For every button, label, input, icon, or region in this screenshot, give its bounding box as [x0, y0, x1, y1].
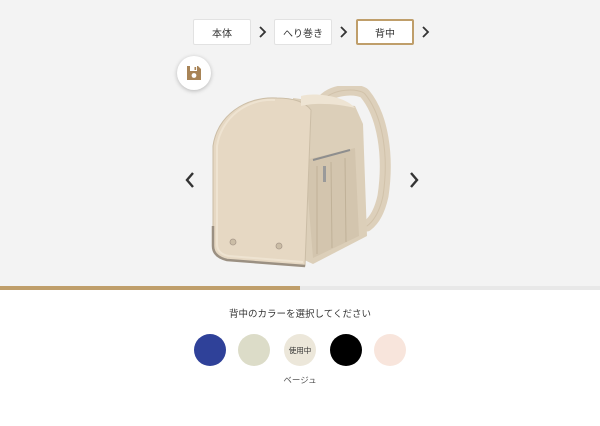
- swatch-pink[interactable]: [374, 334, 406, 366]
- tab-back[interactable]: 背中: [356, 19, 414, 45]
- chevron-right-icon: [340, 26, 348, 38]
- swatch-light-gray[interactable]: [238, 334, 270, 366]
- color-prompt: 背中のカラーを選択してください: [229, 309, 371, 320]
- progress-bar: [0, 286, 600, 290]
- floppy-disk-icon: [187, 66, 201, 80]
- product-viewer: 本体 へり巻き 背中: [0, 0, 600, 286]
- tab-body-label: 本体: [212, 28, 232, 40]
- tab-edge-binding[interactable]: へり巻き: [274, 19, 332, 45]
- swatch-navy[interactable]: [194, 334, 226, 366]
- tab-body[interactable]: 本体: [193, 19, 251, 45]
- swatch-black[interactable]: [330, 334, 362, 366]
- swatch-beige-selected[interactable]: 使用中: [284, 334, 316, 366]
- tab-back-label: 背中: [375, 28, 395, 40]
- selected-color-name: ベージュ: [283, 376, 317, 386]
- save-button[interactable]: [177, 56, 211, 90]
- tab-edge-binding-label: へり巻き: [283, 28, 323, 40]
- progress-fill: [0, 286, 300, 290]
- chevron-right-icon[interactable]: [420, 24, 432, 40]
- chevron-right-icon: [259, 26, 267, 38]
- next-arrow-icon[interactable]: [406, 170, 422, 190]
- prev-arrow-icon[interactable]: [182, 170, 198, 190]
- in-use-label: 使用中: [288, 345, 312, 355]
- backpack-image: [211, 86, 391, 268]
